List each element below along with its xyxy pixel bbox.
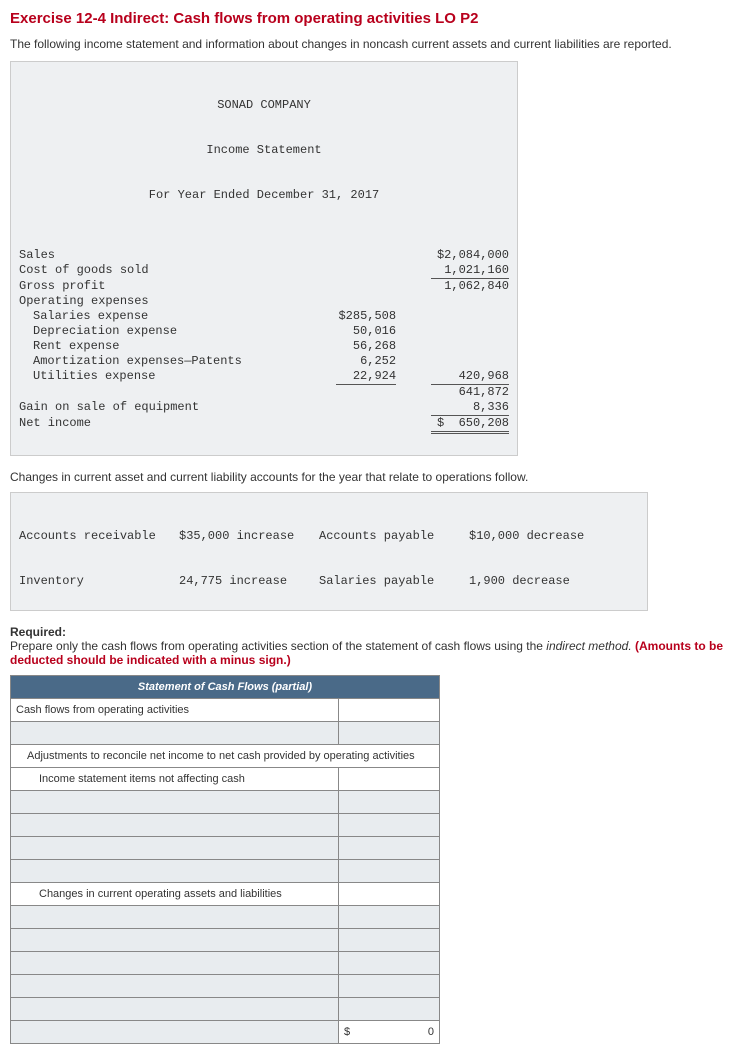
amort-amount: 6,252 [294,354,396,369]
input-amount[interactable] [339,975,440,998]
input-row[interactable] [11,791,339,814]
input-amount[interactable] [339,929,440,952]
changes-items-label: Changes in current operating assets and … [11,883,339,906]
input-amount[interactable] [339,837,440,860]
adjustments-label: Adjustments to reconcile net income to n… [11,745,440,768]
sp-label: Salaries payable [319,574,469,589]
inv-label: Inventory [19,574,179,589]
ar-value: $35,000 increase [179,529,319,544]
worksheet-table: Statement of Cash Flows (partial) Cash f… [10,675,440,1044]
rent-amount: 56,268 [294,339,396,354]
dep-amount: 50,016 [294,324,396,339]
intro-text: The following income statement and infor… [10,37,735,51]
ni-label: Net income [19,416,294,434]
worksheet-header: Statement of Cash Flows (partial) [11,676,440,699]
input-amount[interactable] [339,791,440,814]
gain-amount: 8,336 [431,400,509,416]
input-row[interactable] [11,906,339,929]
period: For Year Ended December 31, 2017 [19,188,509,203]
ap-value: $10,000 decrease [469,529,609,544]
input-row[interactable] [11,837,339,860]
inv-value: 24,775 increase [179,574,319,589]
dep-label: Depreciation expense [19,324,294,339]
rent-label: Rent expense [19,339,294,354]
input-amount[interactable] [339,722,440,745]
cogs-label: Cost of goods sold [19,263,294,279]
input-row[interactable] [11,860,339,883]
input-amount[interactable] [339,906,440,929]
required-method: indirect method. [546,639,635,653]
cfo-label: Cash flows from operating activities [11,699,339,722]
ni-amount: $ 650,208 [431,416,509,434]
input-row[interactable] [11,929,339,952]
gain-label: Gain on sale of equipment [19,400,294,416]
required-label: Required: [10,625,735,639]
util-label: Utilities expense [19,369,294,385]
required-text: Prepare only the cash flows from operati… [10,639,735,667]
sales-amount: $2,084,000 [396,248,509,263]
input-row[interactable] [11,814,339,837]
opex-label: Operating expenses [19,294,294,309]
salaries-amount: $285,508 [294,309,396,324]
gross-label: Gross profit [19,279,294,294]
ap-label: Accounts payable [319,529,469,544]
cogs-amount: 1,021,160 [431,263,509,279]
amort-label: Amortization expenses—Patents [19,354,294,369]
changes-block: Accounts receivable $35,000 increase Acc… [10,492,648,611]
input-row[interactable] [11,975,339,998]
opex-total: 420,968 [431,369,509,385]
total-amount: $ 0 [339,1021,440,1044]
operating-income: 641,872 [396,385,509,400]
input-amount[interactable] [339,814,440,837]
salaries-label: Salaries expense [19,309,294,324]
input-amount[interactable] [339,998,440,1021]
util-amount: 22,924 [336,369,396,385]
income-statement: SONAD COMPANY Income Statement For Year … [10,61,518,456]
input-row[interactable] [11,998,339,1021]
required-text-a: Prepare only the cash flows from operati… [10,639,546,653]
company-name: SONAD COMPANY [19,98,509,113]
input-amount[interactable] [339,860,440,883]
ar-label: Accounts receivable [19,529,179,544]
total-row-label[interactable] [11,1021,339,1044]
input-amount[interactable] [339,952,440,975]
statement-name: Income Statement [19,143,509,158]
input-row[interactable] [11,722,339,745]
gross-amount: 1,062,840 [396,279,509,294]
changes-intro: Changes in current asset and current lia… [10,470,735,484]
exercise-title: Exercise 12-4 Indirect: Cash flows from … [10,10,735,27]
dollar-sign: $ [344,1026,350,1038]
sales-label: Sales [19,248,294,263]
total-value: 0 [428,1026,434,1038]
input-row[interactable] [11,952,339,975]
sp-value: 1,900 decrease [469,574,609,589]
income-items-label: Income statement items not affecting cas… [11,768,339,791]
